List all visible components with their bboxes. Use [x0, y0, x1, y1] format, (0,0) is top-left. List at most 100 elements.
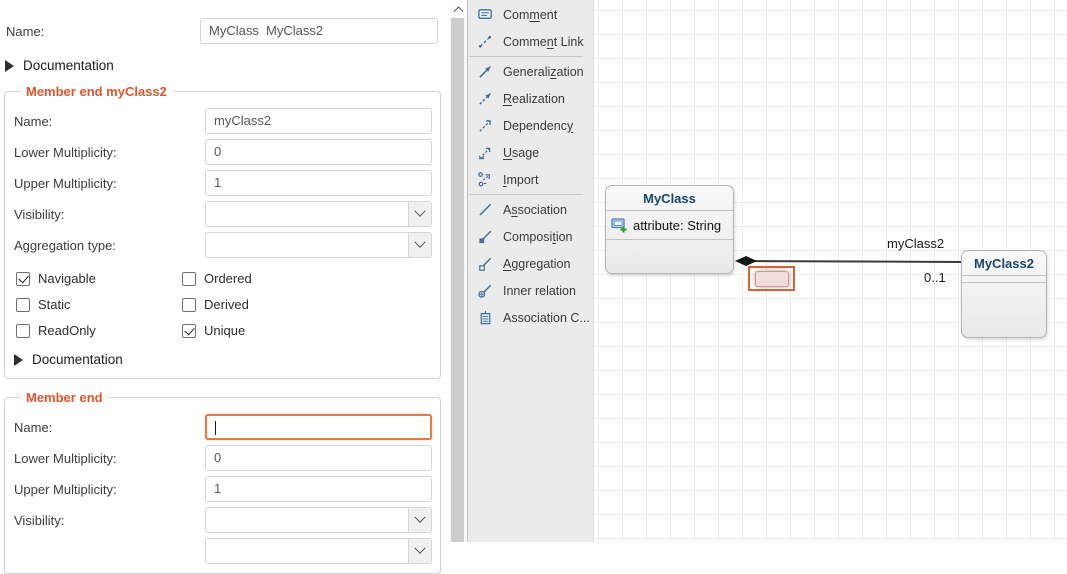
composition-icon	[477, 228, 494, 245]
palette-item-aggregation[interactable]: Aggregation	[468, 250, 593, 277]
palette-item-inner-relation[interactable]: Inner relation	[468, 277, 593, 304]
field-label: Upper Multiplicity:	[12, 176, 205, 191]
operations-compartment[interactable]	[606, 239, 733, 273]
static-checkbox[interactable]	[16, 298, 30, 312]
member-end-upper-multiplicity-input[interactable]: 1	[205, 476, 432, 502]
usage-icon	[477, 144, 494, 161]
unique-checkbox[interactable]	[182, 324, 196, 338]
selected-edge-label-outline[interactable]	[748, 266, 795, 291]
form-row: Visibility: public	[12, 507, 432, 533]
palette-item-association-class[interactable]: Association C...	[468, 304, 593, 331]
palette-item-comment-link[interactable]: Comment Link	[468, 28, 593, 55]
text-caret	[215, 421, 216, 435]
chevron-down-icon	[414, 237, 425, 248]
palette-item-label: Comment Link	[503, 35, 584, 49]
inner-relation-icon	[477, 282, 494, 299]
palette-item-composition[interactable]: Composition	[468, 223, 593, 250]
edge-name-label[interactable]: myClass2	[887, 236, 944, 251]
palette-item-usage[interactable]: Usage	[468, 139, 593, 166]
documentation-toggle-label: Documentation	[23, 58, 114, 73]
member-end-myclass2-lower-multiplicity-input[interactable]: 0	[205, 139, 432, 165]
checkbox-label: Ordered	[204, 271, 252, 286]
palette-item-generalization[interactable]: Generalization	[468, 58, 593, 85]
form-row: Upper Multiplicity: 1	[12, 476, 432, 502]
scrollbar-up-button[interactable]	[450, 0, 467, 17]
properties-panel: Name: MyClass MyClass2 Documentation Mem…	[0, 0, 450, 542]
diagram-canvas[interactable]: MyClass attribute: String MyClass2 myCla…	[594, 0, 1067, 542]
field-label: Aggregation type:	[12, 238, 205, 253]
ordered-checkbox[interactable]	[182, 272, 196, 286]
form-row: Aggregation type: composite	[12, 232, 432, 258]
flag-row: Unique	[182, 323, 432, 338]
field-label: Name:	[12, 114, 205, 129]
field-label: Upper Multiplicity:	[12, 482, 205, 497]
name-label: Name:	[4, 24, 200, 39]
realization-icon	[477, 90, 494, 107]
checkbox-label: ReadOnly	[38, 323, 96, 338]
palette-item-association[interactable]: Association	[468, 196, 593, 223]
chevron-down-icon	[414, 512, 425, 523]
member-end-visibility-select[interactable]: public	[205, 507, 432, 533]
documentation-toggle[interactable]: Documentation	[5, 58, 450, 73]
palette-item-label: Comment	[503, 8, 557, 22]
member-end-myclass2-upper-multiplicity-input[interactable]: 1	[205, 170, 432, 196]
member-end-myclass2-group: Member end myClass2 Name: myClass2 Lower…	[4, 84, 441, 379]
readonly-checkbox[interactable]	[16, 324, 30, 338]
association-icon	[477, 201, 494, 218]
member-end-myclass2-aggregation-type-select[interactable]: composite	[205, 232, 432, 258]
composite-diamond	[735, 256, 757, 266]
field-label: Visibility:	[12, 513, 205, 528]
flag-row: Ordered	[182, 271, 432, 286]
association-name-row: Name: MyClass MyClass2	[0, 0, 450, 44]
palette-item-label: Aggregation	[503, 257, 570, 271]
dropdown-button[interactable]	[408, 539, 431, 563]
association-name-input[interactable]: MyClass MyClass2	[200, 18, 438, 44]
dependency-icon	[477, 117, 494, 134]
form-row: Upper Multiplicity: 1	[12, 170, 432, 196]
edge-multiplicity-label[interactable]: 0..1	[924, 270, 946, 285]
checkbox-label: Navigable	[38, 271, 96, 286]
operations-compartment[interactable]	[962, 282, 1046, 337]
documentation-toggle-label: Documentation	[32, 352, 123, 367]
checkbox-label: Derived	[204, 297, 249, 312]
field-label: Lower Multiplicity:	[12, 145, 205, 160]
chevron-down-icon	[414, 543, 425, 554]
member-end-myclass2-legend: Member end myClass2	[20, 84, 173, 99]
form-row: Name: myClass2	[12, 108, 432, 134]
member-end-legend: Member end	[20, 390, 109, 405]
member-end-name-input[interactable]	[205, 414, 432, 440]
expander-triangle-icon	[14, 354, 23, 366]
scrollbar-thumb[interactable]	[451, 18, 464, 542]
palette-item-comment[interactable]: Comment	[468, 1, 593, 28]
form-row: Lower Multiplicity: 0	[12, 139, 432, 165]
palette-item-label: Association	[503, 203, 567, 217]
flag-row: Navigable	[16, 271, 182, 286]
flag-row: Static	[16, 297, 182, 312]
class-node-myclass2[interactable]: MyClass2	[961, 250, 1047, 338]
attribute-text: attribute: String	[633, 218, 721, 233]
attribute-row[interactable]: attribute: String	[606, 210, 733, 239]
attributes-compartment[interactable]	[962, 275, 1046, 282]
member-end-myclass2-name-input[interactable]: myClass2	[205, 108, 432, 134]
form-row: Name:	[12, 414, 432, 440]
dropdown-button[interactable]	[408, 233, 431, 257]
dropdown-button[interactable]	[408, 202, 431, 226]
dropdown-button[interactable]	[408, 508, 431, 532]
field-label: Name:	[12, 420, 205, 435]
documentation-toggle[interactable]: Documentation	[14, 352, 432, 367]
comment-icon	[477, 6, 494, 23]
derived-checkbox[interactable]	[182, 298, 196, 312]
member-end-myclass2-visibility-select[interactable]: public	[205, 201, 432, 227]
panel-scrollbar[interactable]	[450, 0, 467, 542]
member-end-lower-multiplicity-input[interactable]: 0	[205, 445, 432, 471]
palette-item-dependency[interactable]: Dependency	[468, 112, 593, 139]
chevron-down-icon	[414, 206, 425, 217]
selected-edge-label-handle[interactable]	[755, 271, 789, 287]
palette-item-import[interactable]: Import	[468, 166, 593, 193]
navigable-checkbox[interactable]	[16, 272, 30, 286]
form-row: Visibility: public	[12, 201, 432, 227]
class-node-myclass[interactable]: MyClass attribute: String	[605, 185, 734, 274]
palette-item-label: Generalization	[503, 65, 584, 79]
palette-item-realization[interactable]: Realization	[468, 85, 593, 112]
generalization-icon	[477, 63, 494, 80]
